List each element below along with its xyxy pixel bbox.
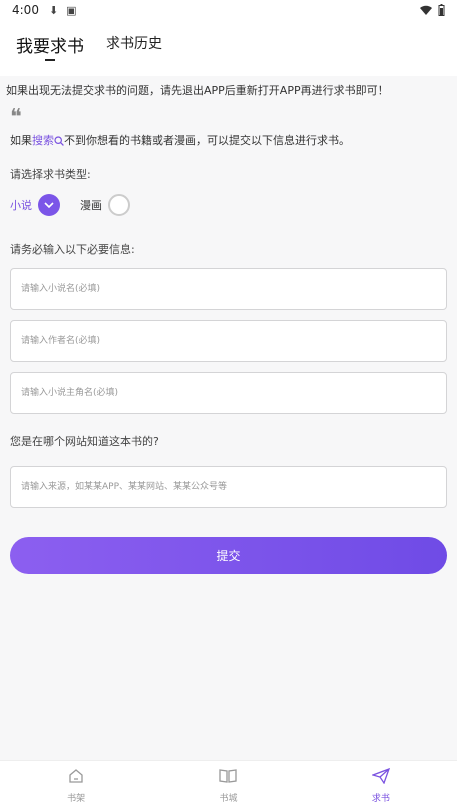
book-icon — [219, 769, 238, 783]
tab-request-book[interactable]: 我要求书 — [16, 20, 84, 57]
battery-icon — [438, 4, 445, 16]
status-time: 4:00 — [12, 3, 39, 17]
radio-comic-label: 漫画 — [80, 199, 102, 212]
nav-bookstore[interactable]: 书城 — [152, 761, 304, 812]
header: 我要求书 求书历史 — [0, 20, 457, 76]
hint-text: 如果搜索 不到你想看的书籍或者漫画，可以提交以下信息进行求书。 — [10, 132, 350, 148]
search-link[interactable]: 搜索 — [32, 134, 64, 147]
author-name-input[interactable] — [10, 320, 447, 362]
search-icon — [54, 136, 64, 146]
hint-post: 不到你想看的书籍或者漫画，可以提交以下信息进行求书。 — [64, 134, 350, 147]
radio-comic[interactable] — [108, 194, 130, 216]
check-icon — [44, 201, 54, 208]
nav-bookshelf[interactable]: 书架 — [0, 761, 152, 812]
download-icon: ⬇ — [48, 3, 59, 17]
notification-icon: ▣ — [66, 3, 77, 17]
type-label: 请选择求书类型: — [10, 168, 91, 181]
source-input[interactable] — [10, 466, 447, 508]
bottom-nav: 书架 书城 求书 — [0, 760, 457, 812]
status-right — [420, 4, 445, 16]
hint-pre: 如果 — [10, 134, 32, 147]
home-icon — [69, 769, 83, 783]
status-bar: 4:00 ⬇ ▣ — [0, 0, 457, 20]
tab-request-book-label: 我要求书 — [16, 37, 84, 57]
book-title-input[interactable] — [10, 268, 447, 310]
type-radio-group: 小说 漫画 — [10, 194, 130, 216]
info-label: 请务必输入以下必要信息: — [10, 243, 135, 256]
protagonist-name-input[interactable] — [10, 372, 447, 414]
radio-novel[interactable] — [38, 194, 60, 216]
source-label: 您是在哪个网站知道这本书的? — [10, 435, 159, 448]
tab-request-history-label: 求书历史 — [106, 36, 162, 52]
tab-request-history[interactable]: 求书历史 — [106, 20, 162, 53]
nav-request-label: 求书 — [371, 794, 390, 804]
nav-bookstore-label: 书城 — [219, 794, 238, 804]
search-link-label: 搜索 — [32, 134, 54, 147]
nav-request[interactable]: 求书 — [305, 761, 457, 812]
submit-button[interactable]: 提交 — [10, 537, 447, 574]
send-icon — [371, 768, 390, 784]
notice-text: 如果出现无法提交求书的问题，请先退出APP后重新打开APP再进行求书即可！ — [6, 84, 389, 97]
nav-bookshelf-label: 书架 — [67, 794, 86, 804]
quote-icon: ❝ — [10, 105, 22, 130]
wifi-icon — [420, 5, 432, 15]
radio-novel-label: 小说 — [10, 199, 32, 212]
